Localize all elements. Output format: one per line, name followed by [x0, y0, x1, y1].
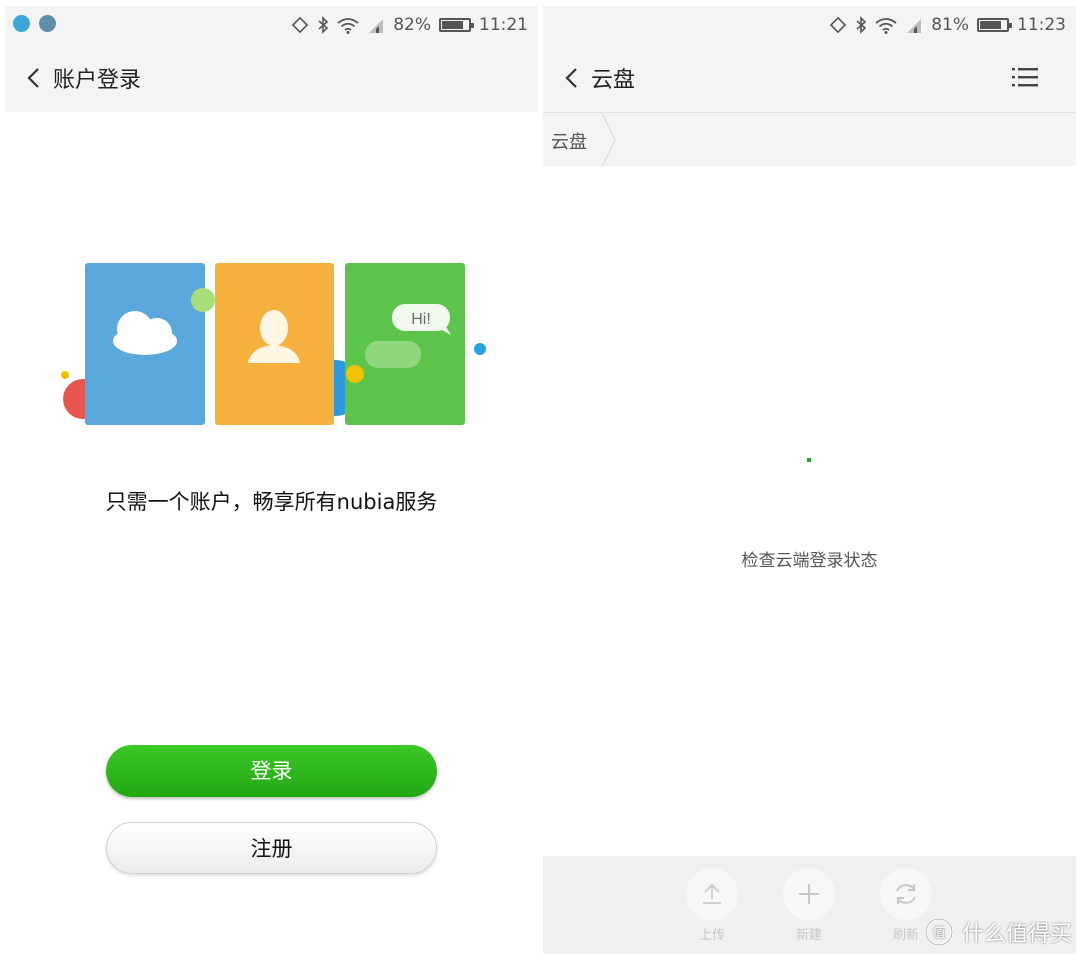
- chevron-right-icon: [601, 113, 616, 167]
- login-button[interactable]: 登录: [106, 745, 437, 797]
- decor-dot-yellow: [61, 371, 69, 379]
- battery-icon: [439, 18, 474, 32]
- decor-dot-green: [191, 288, 215, 312]
- signal-icon: [369, 18, 384, 33]
- status-bar: 81% 11:23: [543, 6, 1076, 44]
- status-bar: 82% 11:21: [5, 6, 538, 44]
- svg-text:值: 值: [932, 925, 945, 941]
- notification-icon: [39, 15, 56, 32]
- account-services-illustration: Hi!: [61, 263, 486, 425]
- signal-icon: [907, 18, 922, 33]
- battery-percent: 81%: [931, 15, 969, 35]
- header: 账户登录: [5, 44, 538, 112]
- back-icon[interactable]: [25, 66, 43, 90]
- watermark-logo-icon: 值: [924, 917, 954, 947]
- wifi-icon: [337, 17, 359, 34]
- register-button[interactable]: 注册: [106, 822, 437, 874]
- header: 云盘: [543, 44, 1076, 112]
- decor-dot-blue: [474, 343, 486, 355]
- tagline: 只需一个账户，畅享所有nubia服务: [105, 490, 438, 514]
- page-title: 云盘: [591, 68, 636, 93]
- wifi-icon: [875, 17, 897, 34]
- new-button[interactable]: 新建: [781, 868, 837, 943]
- new-label: 新建: [795, 928, 822, 943]
- upload-label: 上传: [698, 928, 725, 943]
- back-icon[interactable]: [563, 66, 581, 90]
- rotation-icon: [830, 16, 847, 34]
- loading-spinner: [807, 458, 811, 462]
- cloud-drive-screen: 81% 11:23 云盘 云盘 检查云端登录状态 上传 新建 刷新: [543, 6, 1076, 954]
- rotation-icon: [292, 16, 309, 34]
- plus-icon: [799, 884, 819, 904]
- watermark: 值 什么值得买: [924, 916, 1072, 948]
- upload-button[interactable]: 上传: [684, 868, 740, 943]
- watermark-text: 什么值得买: [961, 922, 1072, 947]
- bluetooth-icon: [318, 16, 329, 34]
- status-right: 81% 11:23: [829, 6, 1066, 44]
- breadcrumb: 云盘: [543, 112, 1076, 167]
- breadcrumb-item-root[interactable]: 云盘: [551, 128, 587, 154]
- menu-icon[interactable]: [1012, 66, 1038, 88]
- refresh-icon: [896, 884, 916, 904]
- clock: 11:21: [479, 15, 528, 35]
- upload-icon: [703, 883, 721, 904]
- login-screen: 82% 11:21 账户登录 Hi! 只需一个账户，畅享所有nubia服务 登录…: [5, 6, 538, 954]
- chat-bubble-text: Hi!: [411, 311, 431, 328]
- status-right: 82% 11:21: [291, 6, 528, 44]
- decor-dot-yellow: [346, 365, 364, 383]
- battery-icon: [977, 18, 1012, 32]
- bluetooth-icon: [856, 16, 867, 34]
- battery-percent: 82%: [393, 15, 431, 35]
- page-title: 账户登录: [53, 68, 142, 93]
- chat-bubble-ghost: [365, 341, 421, 368]
- notification-icon: [13, 15, 30, 32]
- loading-status-text: 检查云端登录状态: [741, 551, 878, 571]
- clock: 11:23: [1017, 15, 1066, 35]
